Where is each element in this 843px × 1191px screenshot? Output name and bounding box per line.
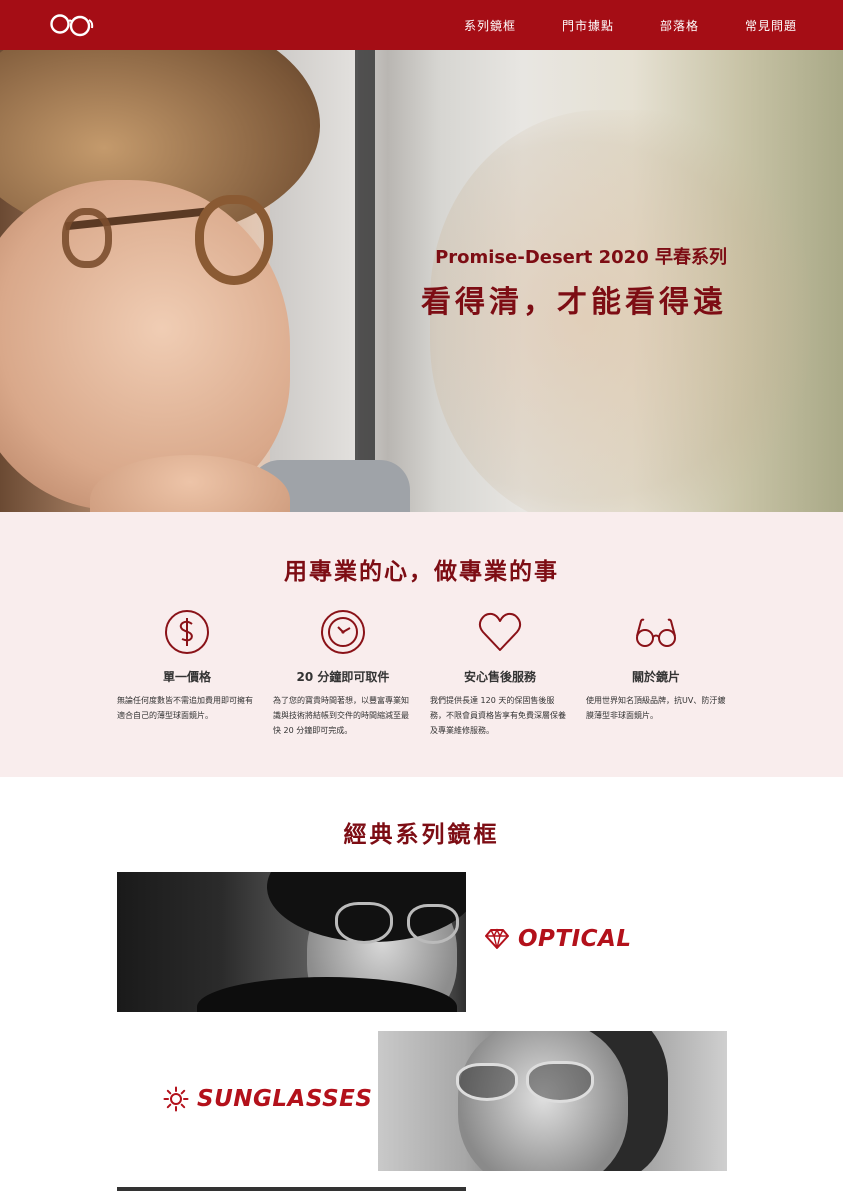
feature-title: 關於鏡片 (631, 670, 680, 684)
navbar: 系列鏡框 門市據點 部落格 常見問題 (0, 0, 843, 50)
next-collection-photo-edge (117, 1187, 466, 1191)
feature-about-lenses: 關於鏡片 使用世界知名頂級品牌，抗UV、防汙鍍膜薄型非球面鏡片。 (586, 608, 726, 723)
photo-glasses-lens (526, 1061, 594, 1103)
hero-subtitle: Promise-Desert 2020 早春系列 (435, 247, 727, 268)
sun-icon (163, 1086, 189, 1112)
optical-link[interactable]: OPTICAL (484, 926, 632, 952)
optical-label: OPTICAL (518, 926, 632, 952)
main-nav: 系列鏡框 門市據點 部落格 常見問題 (464, 0, 843, 50)
sunglasses-collection-photo[interactable] (378, 1031, 727, 1171)
photo-glasses-lens (407, 904, 459, 944)
feature-desc: 我們提供長達 120 天的保固售後服務，不限會員資格皆享有免費深層保養及專業維修… (430, 696, 566, 735)
photo-glasses-lens (456, 1063, 518, 1101)
hero-image-glasses-far-lens (62, 208, 112, 268)
features-section: 用專業的心，做專業的事 單一價格 無論任何度數皆不需追加費用即可擁有適合自己的薄… (0, 512, 843, 777)
hero-image-window-frame (355, 50, 375, 512)
feature-20-minute-pickup: 20 分鐘即可取件 為了您的寶貴時間著想，以豐富專業知識與技術將結帳到交件的時間… (273, 608, 413, 738)
nav-item-blog[interactable]: 部落格 (660, 17, 699, 34)
collection-title: 經典系列鏡框 (343, 822, 500, 848)
features-title: 用專業的心，做專業的事 (284, 559, 559, 585)
feature-title: 安心售後服務 (463, 670, 536, 684)
heart-icon (478, 612, 522, 651)
optical-collection-photo[interactable] (117, 872, 466, 1012)
sunglasses-label: SUNGLASSES (197, 1086, 373, 1112)
photo-glasses-lens (335, 902, 393, 944)
feature-desc: 為了您的寶貴時間著想，以豐富專業知識與技術將結帳到交件的時間縮減至最快 20 分… (273, 696, 409, 735)
hero-image-glasses-near-lens (195, 195, 273, 285)
glasses-logo-icon[interactable] (48, 10, 94, 40)
photo-face (458, 1031, 628, 1171)
nav-item-stores[interactable]: 門市據點 (562, 17, 614, 34)
feature-title: 單一價格 (162, 670, 211, 684)
feature-single-price: 單一價格 無論任何度數皆不需追加費用即可擁有適合自己的薄型球面鏡片。 (117, 608, 257, 723)
nav-item-faq[interactable]: 常見問題 (745, 17, 797, 34)
sunglasses-link[interactable]: SUNGLASSES (163, 1086, 372, 1112)
feature-title: 20 分鐘即可取件 (296, 670, 390, 684)
nav-item-collection[interactable]: 系列鏡框 (464, 17, 516, 34)
feature-desc: 無論任何度數皆不需追加費用即可擁有適合自己的薄型球面鏡片。 (117, 696, 253, 720)
feature-after-sales-service: 安心售後服務 我們提供長達 120 天的保固售後服務，不限會員資格皆享有免費深層… (430, 608, 570, 738)
feature-desc: 使用世界知名頂級品牌，抗UV、防汙鍍膜薄型非球面鏡片。 (586, 696, 726, 720)
hero-banner: Promise-Desert 2020 早春系列 看得清，才能看得遠 (0, 50, 843, 512)
dollar-icon (165, 610, 209, 654)
hero-title: 看得清，才能看得遠 (421, 285, 727, 320)
diamond-icon (485, 928, 509, 949)
clock-icon (321, 610, 365, 654)
glasses-icon (636, 618, 676, 647)
